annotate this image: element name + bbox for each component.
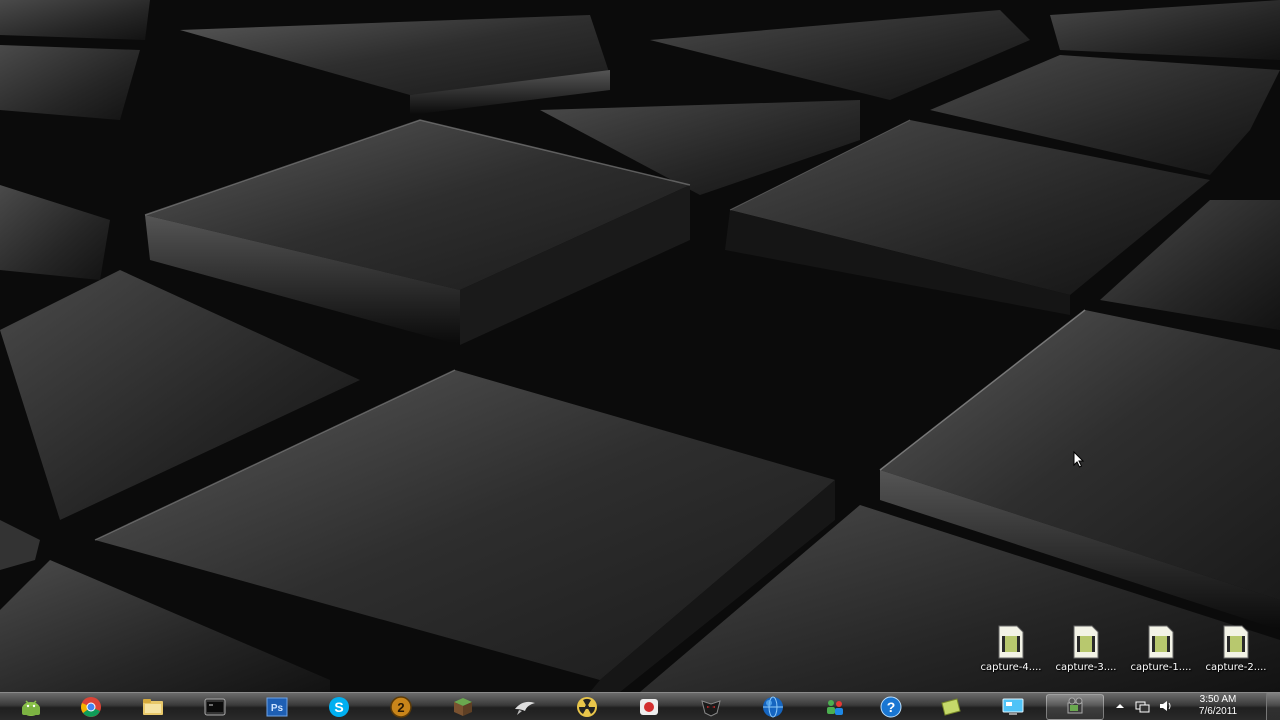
taskbar-file-explorer[interactable] — [124, 694, 182, 720]
media-app-icon — [1067, 697, 1083, 714]
taskbar-clock[interactable]: 3:50 AM 7/6/2011 — [1186, 694, 1250, 718]
desktop-file-capture-4[interactable]: capture-4.... — [978, 624, 1044, 680]
chrome-icon — [81, 697, 101, 717]
up-arrow-icon[interactable] — [1112, 699, 1128, 713]
skype-icon: S — [329, 697, 349, 717]
taskbar: Ps S 2 ? 3:50 AM 7/6/2011 — [0, 692, 1280, 720]
svg-text:?: ? — [887, 699, 896, 715]
taskbar-terminal[interactable] — [186, 694, 244, 720]
game-2-icon: 2 — [390, 696, 412, 718]
taskbar-minecraft[interactable] — [434, 694, 492, 720]
radiation-app-icon — [577, 697, 597, 717]
desktop-file-label: capture-2.... — [1205, 662, 1267, 673]
svg-text:2: 2 — [397, 700, 404, 715]
taskbar-photoshop[interactable]: Ps — [248, 694, 306, 720]
file-explorer-icon — [143, 699, 163, 715]
taskbar-radiation-app[interactable] — [558, 694, 616, 720]
svg-text:S: S — [334, 699, 343, 715]
desktop-file-capture-3[interactable]: capture-3.... — [1053, 624, 1119, 680]
mouse-cursor-icon — [1073, 451, 1085, 468]
desktop-file-label: capture-4.... — [980, 662, 1042, 673]
taskbar-bird-app[interactable] — [496, 694, 554, 720]
clock-time: 3:50 AM — [1199, 694, 1237, 705]
taskbar-chrome[interactable] — [62, 694, 120, 720]
desktop-file-label: capture-3.... — [1055, 662, 1117, 673]
bird-app-icon — [515, 701, 535, 715]
remote-desktop-icon — [1002, 698, 1024, 715]
svg-text:Ps: Ps — [271, 703, 284, 714]
clock-date: 7/6/2011 — [1198, 706, 1238, 717]
volume-icon[interactable] — [1158, 699, 1174, 713]
taskbar-dark-mask-app[interactable] — [682, 694, 740, 720]
start-button[interactable] — [2, 694, 60, 720]
video-file-icon — [1223, 625, 1249, 659]
taskbar-globe-app[interactable] — [744, 694, 802, 720]
wallpaper-3d-black-cubes — [0, 0, 1280, 692]
minecraft-icon — [454, 698, 472, 716]
help-icon: ? — [880, 696, 902, 718]
network-users-icon — [827, 700, 843, 715]
green-folder-icon — [941, 698, 961, 716]
dark-mask-app-icon — [701, 700, 721, 717]
android-start-orb-icon — [22, 700, 40, 716]
red-record-app-icon — [640, 699, 658, 715]
desktop-file-capture-2[interactable]: capture-2.... — [1203, 624, 1269, 680]
taskbar-game-2[interactable]: 2 — [372, 694, 430, 720]
taskbar-red-record-app[interactable] — [620, 694, 678, 720]
taskbar-network-users[interactable] — [806, 694, 864, 720]
desktop-file-capture-1[interactable]: capture-1.... — [1128, 624, 1194, 680]
desktop[interactable]: capture-4.... capture-3.... capture-1...… — [0, 0, 1280, 692]
globe-app-icon — [763, 696, 783, 718]
taskbar-help[interactable]: ? — [862, 694, 920, 720]
show-desktop-button[interactable] — [1266, 693, 1280, 720]
terminal-icon — [204, 698, 226, 716]
taskbar-media-app[interactable] — [1046, 694, 1104, 720]
taskbar-skype[interactable]: S — [310, 694, 368, 720]
desktop-file-label: capture-1.... — [1130, 662, 1192, 673]
video-file-icon — [998, 625, 1024, 659]
video-file-icon — [1073, 625, 1099, 659]
taskbar-remote-desktop[interactable] — [984, 694, 1042, 720]
video-file-icon — [1148, 625, 1174, 659]
taskbar-green-folder[interactable] — [922, 694, 980, 720]
photoshop-icon: Ps — [266, 697, 288, 717]
network-icon[interactable] — [1134, 699, 1150, 713]
